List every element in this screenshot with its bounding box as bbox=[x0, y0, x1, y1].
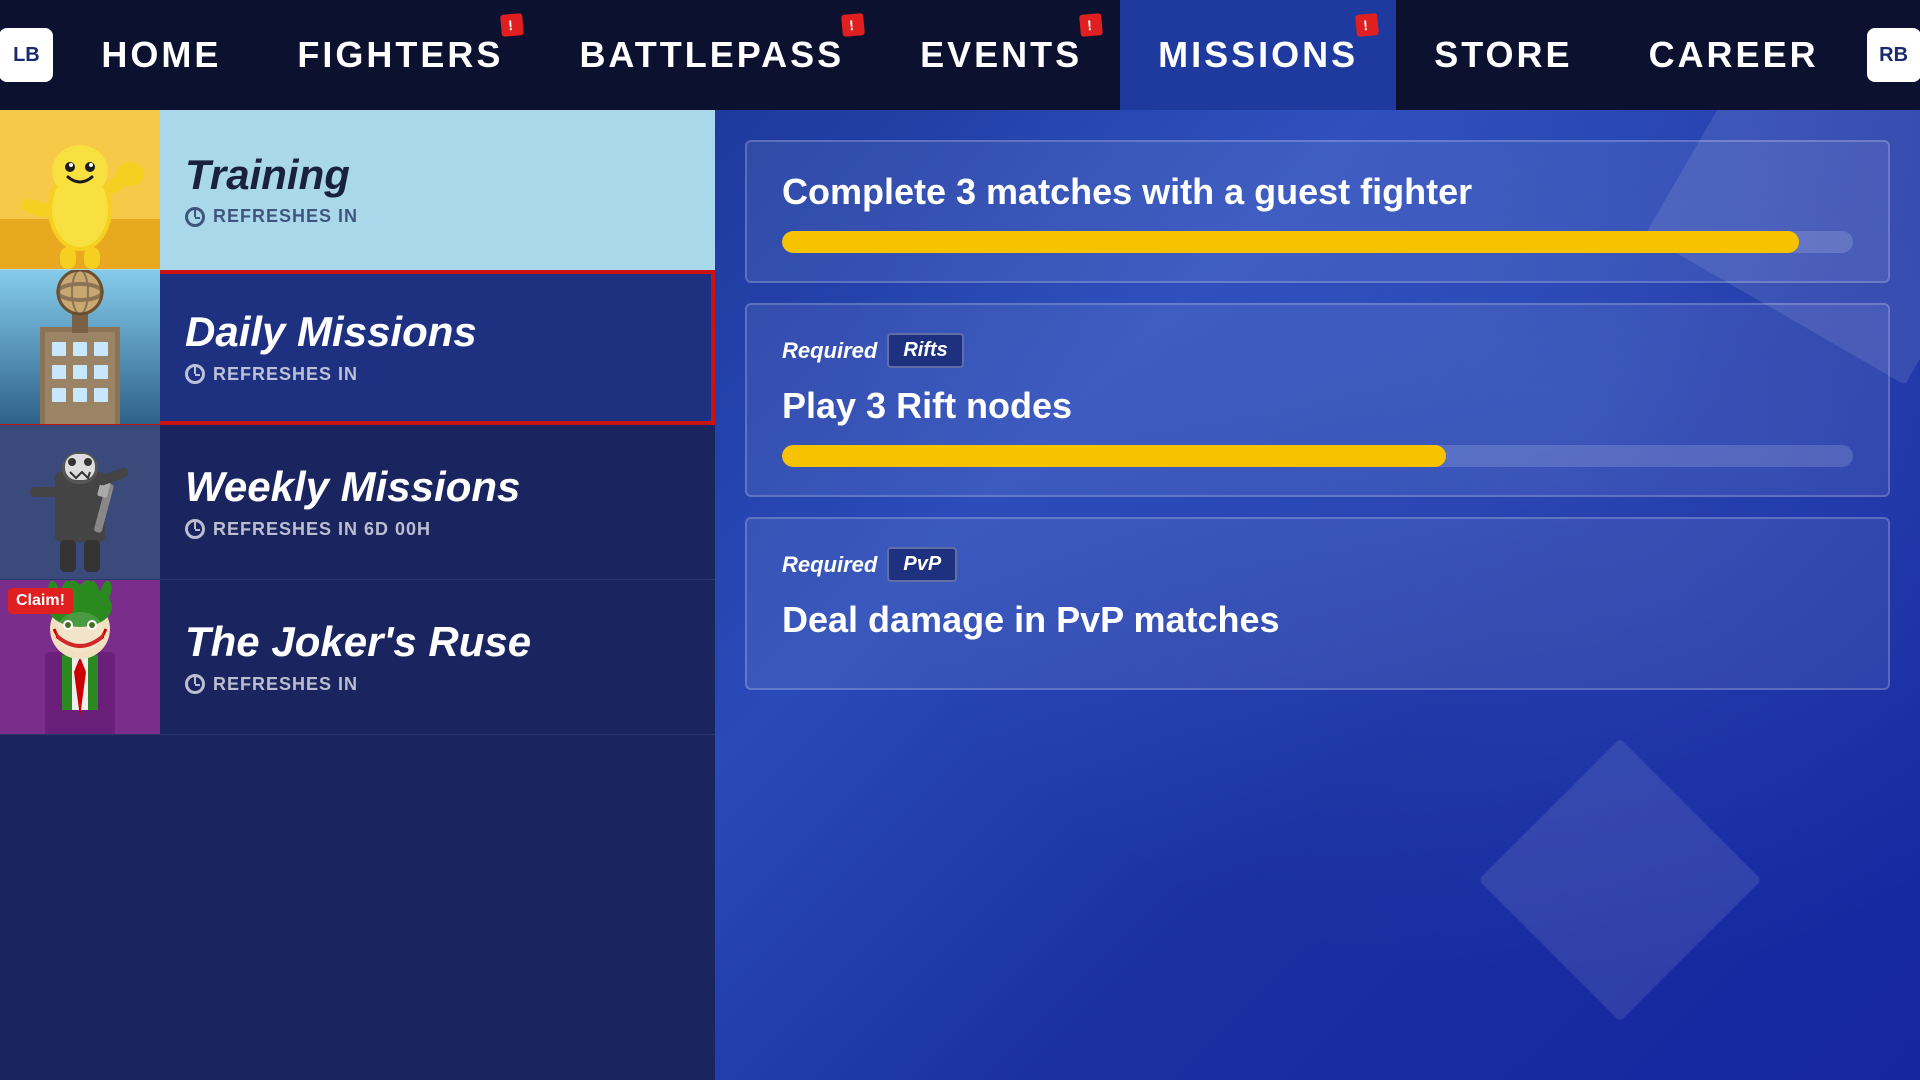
mission-details-panel: Complete 3 matches with a guest fighter … bbox=[715, 110, 1920, 1080]
weekly-refresh: REFRESHES IN 6d 00h bbox=[185, 519, 690, 540]
task-3-required-label: Required bbox=[782, 552, 877, 578]
clock-icon-weekly bbox=[185, 519, 205, 539]
events-badge: ! bbox=[1079, 13, 1103, 37]
clock-icon-daily bbox=[185, 364, 205, 384]
weekly-info: Weekly Missions REFRESHES IN 6d 00h bbox=[160, 444, 715, 559]
task-1-progress-bar bbox=[782, 231, 1799, 253]
mission-list: Training REFRESHES IN bbox=[0, 110, 715, 1080]
banana-character-icon bbox=[0, 110, 160, 269]
weekly-thumbnail bbox=[0, 425, 160, 579]
clock-icon-joker bbox=[185, 674, 205, 694]
battlepass-badge: ! bbox=[841, 13, 865, 37]
daily-refresh: REFRESHES IN bbox=[185, 364, 690, 385]
mission-card-daily[interactable]: Daily Missions REFRESHES IN bbox=[0, 270, 715, 425]
mission-task-3: Required PvP Deal damage in PvP matches bbox=[745, 517, 1890, 689]
nav-home[interactable]: HOME bbox=[63, 0, 259, 110]
training-title: Training bbox=[185, 152, 690, 198]
nav-bar: LB HOME FIGHTERS ! BATTLEPASS ! EVENTS !… bbox=[0, 0, 1920, 110]
mission-task-2: Required Rifts Play 3 Rift nodes bbox=[745, 303, 1890, 497]
weekly-character-icon bbox=[0, 425, 160, 579]
task-3-tag-badge: PvP bbox=[887, 547, 957, 582]
task-2-required-label: Required bbox=[782, 338, 877, 364]
task-2-tags: Required Rifts bbox=[782, 333, 1853, 368]
daily-info: Daily Missions REFRESHES IN bbox=[160, 289, 715, 404]
bg-decoration-2 bbox=[1479, 739, 1762, 1022]
joker-thumbnail: Claim! bbox=[0, 580, 160, 734]
mission-task-1: Complete 3 matches with a guest fighter bbox=[745, 140, 1890, 283]
training-refresh: REFRESHES IN bbox=[185, 206, 690, 227]
task-1-progress-bar-container bbox=[782, 231, 1853, 253]
rb-button[interactable]: RB bbox=[1867, 28, 1920, 82]
daily-title: Daily Missions bbox=[185, 309, 690, 355]
task-2-text: Play 3 Rift nodes bbox=[782, 384, 1853, 427]
task-3-text: Deal damage in PvP matches bbox=[782, 598, 1853, 641]
nav-career[interactable]: CAREER bbox=[1611, 0, 1857, 110]
mission-card-joker[interactable]: Claim! bbox=[0, 580, 715, 735]
joker-refresh: REFRESHES IN bbox=[185, 674, 690, 695]
lb-button[interactable]: LB bbox=[0, 28, 53, 82]
weekly-title: Weekly Missions bbox=[185, 464, 690, 510]
task-3-tags: Required PvP bbox=[782, 547, 1853, 582]
daily-planet-icon bbox=[0, 270, 160, 424]
joker-title: The Joker's Ruse bbox=[185, 619, 690, 665]
training-info: Training REFRESHES IN bbox=[160, 132, 715, 247]
main-content: Training REFRESHES IN bbox=[0, 110, 1920, 1080]
task-2-progress-bar bbox=[782, 445, 1446, 467]
daily-thumbnail bbox=[0, 270, 160, 424]
mission-card-training[interactable]: Training REFRESHES IN bbox=[0, 110, 715, 270]
claim-badge: Claim! bbox=[8, 588, 73, 614]
task-2-progress-bar-container bbox=[782, 445, 1853, 467]
mission-card-weekly[interactable]: Weekly Missions REFRESHES IN 6d 00h bbox=[0, 425, 715, 580]
nav-battlepass[interactable]: BATTLEPASS ! bbox=[541, 0, 882, 110]
nav-store[interactable]: STORE bbox=[1396, 0, 1610, 110]
nav-events[interactable]: EVENTS ! bbox=[882, 0, 1120, 110]
fighters-badge: ! bbox=[501, 13, 525, 37]
task-2-tag-badge: Rifts bbox=[887, 333, 963, 368]
task-1-text: Complete 3 matches with a guest fighter bbox=[782, 170, 1853, 213]
missions-badge: ! bbox=[1355, 13, 1379, 37]
nav-fighters[interactable]: FIGHTERS ! bbox=[259, 0, 541, 110]
training-thumbnail bbox=[0, 110, 160, 269]
joker-info: The Joker's Ruse REFRESHES IN bbox=[160, 599, 715, 714]
clock-icon bbox=[185, 207, 205, 227]
nav-missions[interactable]: MISSIONS ! bbox=[1120, 0, 1396, 110]
